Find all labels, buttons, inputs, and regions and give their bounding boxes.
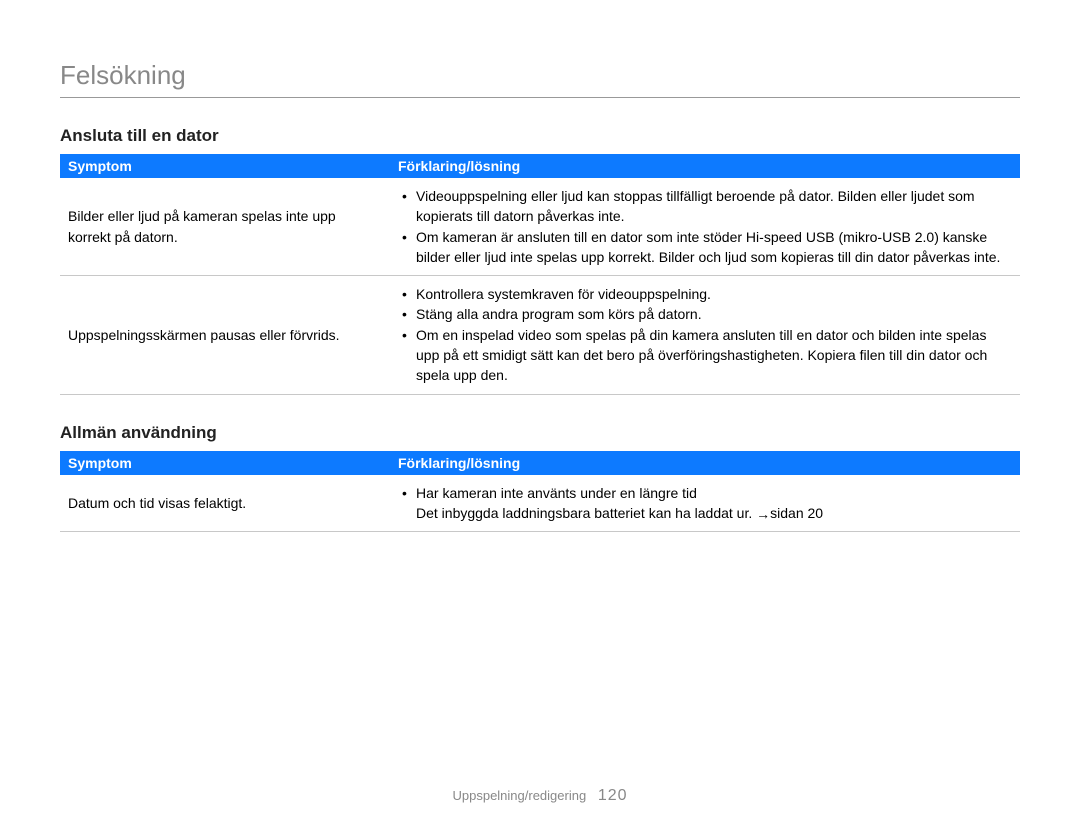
troubleshoot-table-general: Symptom Förklaring/lösning Datum och tid… xyxy=(60,451,1020,533)
table-row: Bilder eller ljud på kameran spelas inte… xyxy=(60,178,1020,276)
solution-cell: Kontrollera systemkraven för videouppspe… xyxy=(390,276,1020,394)
table-row: Uppspelningsskärmen pausas eller förvrid… xyxy=(60,276,1020,394)
symptom-cell: Datum och tid visas felaktigt. xyxy=(60,475,390,532)
solution-cell: Har kameran inte använts under en längre… xyxy=(390,475,1020,532)
bullet-item: Stäng alla andra program som körs på dat… xyxy=(398,304,1012,324)
footer-section: Uppspelning/redigering xyxy=(452,788,586,803)
bullet-item: Om kameran är ansluten till en dator som… xyxy=(398,227,1012,268)
bullet-item: Om en inspelad video som spelas på din k… xyxy=(398,325,1012,386)
bullet-item: Videouppspelning eller ljud kan stoppas … xyxy=(398,186,1012,227)
symptom-cell: Uppspelningsskärmen pausas eller förvrid… xyxy=(60,276,390,394)
troubleshoot-table-connecting: Symptom Förklaring/lösning Bilder eller … xyxy=(60,154,1020,395)
section-title-general: Allmän användning xyxy=(60,423,1020,443)
symptom-cell: Bilder eller ljud på kameran spelas inte… xyxy=(60,178,390,276)
bullet-item: Kontrollera systemkraven för videouppspe… xyxy=(398,284,1012,304)
col-header-solution: Förklaring/lösning xyxy=(390,154,1020,178)
page-ref: sidan 20 xyxy=(770,505,823,521)
table-row: Datum och tid visas felaktigt. Har kamer… xyxy=(60,475,1020,532)
solution-cell: Videouppspelning eller ljud kan stoppas … xyxy=(390,178,1020,276)
page-number: 120 xyxy=(598,787,628,804)
col-header-solution: Förklaring/lösning xyxy=(390,451,1020,475)
col-header-symptom: Symptom xyxy=(60,154,390,178)
note-text: Det inbyggda laddningsbara batteriet kan… xyxy=(416,505,756,521)
section-title-connecting: Ansluta till en dator xyxy=(60,126,1020,146)
bullet-item: Har kameran inte använts under en längre… xyxy=(398,483,1012,503)
arrow-right-icon: → xyxy=(756,504,770,524)
page-footer: Uppspelning/redigering 120 xyxy=(0,787,1080,805)
col-header-symptom: Symptom xyxy=(60,451,390,475)
page-title: Felsökning xyxy=(60,60,1020,98)
